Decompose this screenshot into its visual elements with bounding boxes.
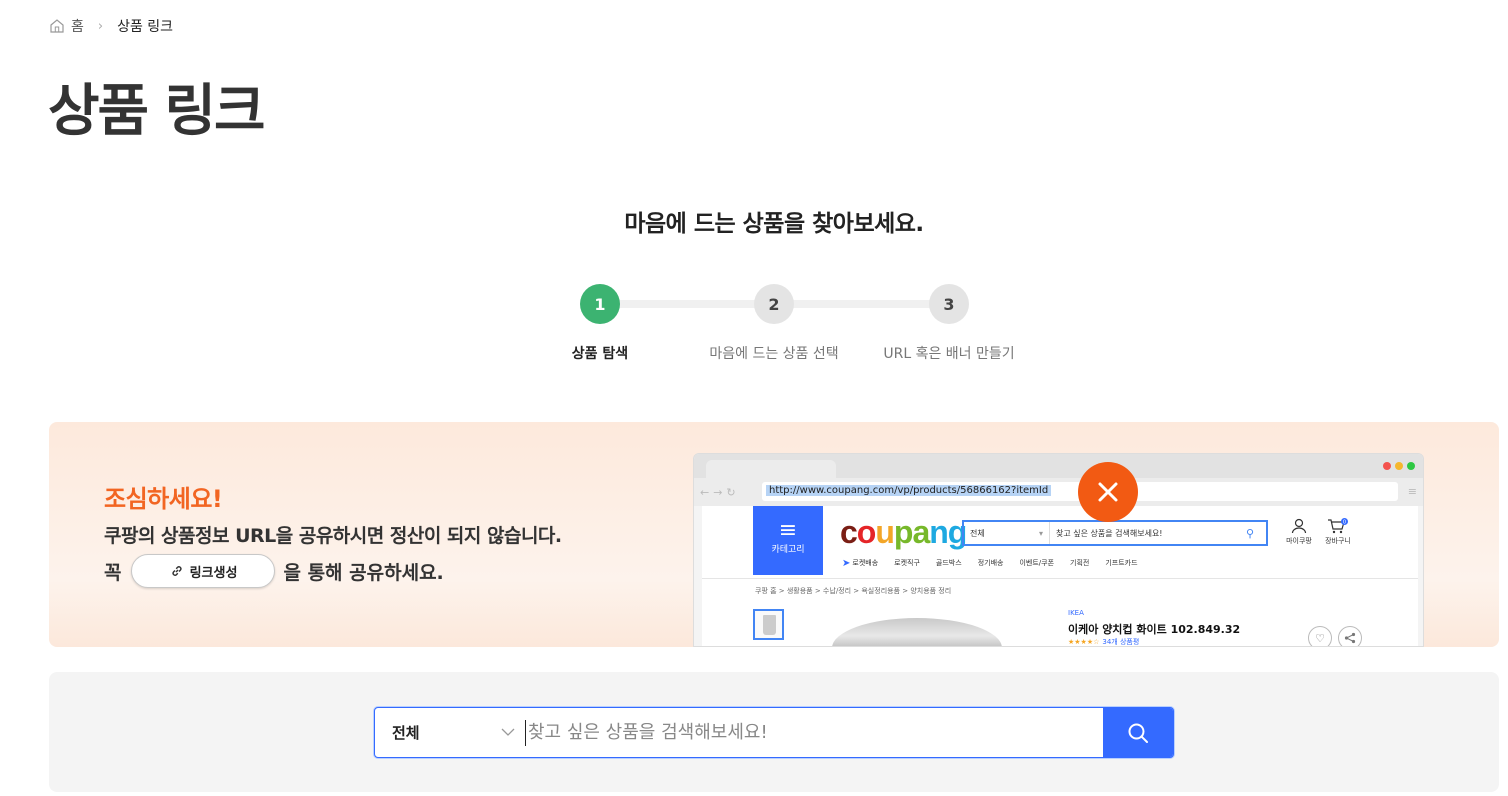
breadcrumb-current: 상품 링크 <box>117 19 174 35</box>
mock-search-placeholder: 찾고 싶은 상품을 검색해보세요! <box>1056 528 1163 538</box>
home-icon[interactable] <box>49 18 65 34</box>
step-2-number: 2 <box>754 284 794 324</box>
warning-prefix: 꼭 <box>104 561 122 584</box>
coupang-logo: coupang <box>840 514 967 550</box>
user-icon <box>1291 518 1307 534</box>
browser-url: http://www.coupang.com/vp/products/56866… <box>766 485 1052 496</box>
step-1-label: 상품 탐색 <box>571 346 629 362</box>
window-controls <box>1383 462 1415 470</box>
share-icon <box>1338 626 1362 646</box>
step-1: 1 상품 탐색 <box>520 284 680 363</box>
page-title: 상품 링크 <box>48 79 266 144</box>
category-select-value: 전체 <box>392 724 420 742</box>
mock-nav: ➤ 로켓배송 로켓직구 골드박스 정기배송 이벤트/쿠폰 기획전 기프트카드 <box>842 558 1138 569</box>
browser-tab <box>706 460 836 478</box>
browser-tabbar <box>694 454 1423 478</box>
product-search-bar: 전체 <box>374 707 1174 758</box>
section-subheading: 마음에 드는 상품을 찾아보세요. <box>624 211 924 237</box>
maximize-dot-icon <box>1407 462 1415 470</box>
mock-divider <box>702 578 1418 579</box>
step-1-number: 1 <box>580 284 620 324</box>
browser-illustration: ←→↻ http://www.coupang.com/vp/products/5… <box>693 453 1424 647</box>
mock-product-thumbnail <box>753 609 784 640</box>
warning-description: 쿠팡의 상품정보 URL을 공유하시면 정산이 되지 않습니다. <box>104 525 562 547</box>
category-select[interactable]: 전체 <box>375 708 525 757</box>
chevron-down-icon <box>501 726 515 740</box>
rocket-icon: ➤ <box>842 558 851 569</box>
mock-search-select: 전체 ▾ <box>964 522 1050 544</box>
mock-search-icon: ⚲ <box>1246 526 1255 540</box>
mock-category-button: ≡ 카테고리 <box>753 506 823 575</box>
minimize-dot-icon <box>1395 462 1403 470</box>
mock-product-name: 이케아 양치컵 화이트 102.849.32 <box>1068 623 1241 636</box>
close-dot-icon <box>1383 462 1391 470</box>
warning-title: 조심하세요! <box>104 485 223 513</box>
mock-cart: 0 장바구니 <box>1325 518 1351 545</box>
mock-product-rating: ★★★★☆ 34개 상품평 <box>1068 638 1140 646</box>
step-3-label: URL 혹은 배너 만들기 <box>883 346 1015 362</box>
warning-suffix: 을 통해 공유하세요. <box>283 561 444 584</box>
mock-breadcrumb: 쿠팡 홈 > 생활용품 > 수납/정리 > 욕실정리용품 > 양치용품 정리 <box>755 587 952 595</box>
link-create-button[interactable]: 링크생성 <box>131 554 276 588</box>
breadcrumb: 홈 › 상품 링크 <box>49 16 173 36</box>
heart-icon: ♡ <box>1308 626 1332 646</box>
mock-my-coupang: 마이쿠팡 <box>1284 518 1314 546</box>
breadcrumb-home-link[interactable]: 홈 <box>71 16 84 36</box>
browser-nav-icons: ←→↻ <box>700 485 740 499</box>
search-button[interactable] <box>1103 708 1173 757</box>
browser-address-bar: ←→↻ http://www.coupang.com/vp/products/5… <box>694 478 1423 506</box>
step-2: 2 마음에 드는 상품 선택 <box>694 284 854 363</box>
warning-instruction: 꼭 링크생성 을 통해 공유하세요. <box>104 554 444 588</box>
step-3: 3 URL 혹은 배너 만들기 <box>869 284 1029 363</box>
mock-category-label: 카테고리 <box>771 545 805 555</box>
mock-page: ≡ 카테고리 coupang 전체 ▾ 찾고 싶은 상품을 검색해보세요! ⚲ 마… <box>702 506 1418 646</box>
cart-icon: 0 <box>1328 518 1348 534</box>
hamburger-icon: ≡ <box>778 518 798 543</box>
mock-product-brand: IKEA <box>1068 609 1084 617</box>
step-3-number: 3 <box>929 284 969 324</box>
product-search-section: 전체 <box>49 672 1499 792</box>
browser-menu-icon: ≡ <box>1407 485 1417 498</box>
link-icon <box>170 564 184 578</box>
warning-banner: 조심하세요! 쿠팡의 상품정보 URL을 공유하시면 정산이 되지 않습니다. … <box>49 422 1499 647</box>
svg-text:0: 0 <box>1343 519 1346 525</box>
search-icon <box>1128 723 1148 743</box>
progress-stepper: 1 상품 탐색 2 마음에 드는 상품 선택 3 URL 혹은 배너 만들기 <box>560 284 1015 374</box>
link-create-label: 링크생성 <box>189 565 238 581</box>
mock-search-bar: 전체 ▾ 찾고 싶은 상품을 검색해보세요! ⚲ <box>962 520 1268 546</box>
chevron-right-icon: › <box>97 18 104 34</box>
step-2-label: 마음에 드는 상품 선택 <box>709 346 839 362</box>
search-input[interactable] <box>525 719 1103 746</box>
mock-product-image <box>832 618 1002 646</box>
forbidden-x-icon <box>1078 462 1138 522</box>
